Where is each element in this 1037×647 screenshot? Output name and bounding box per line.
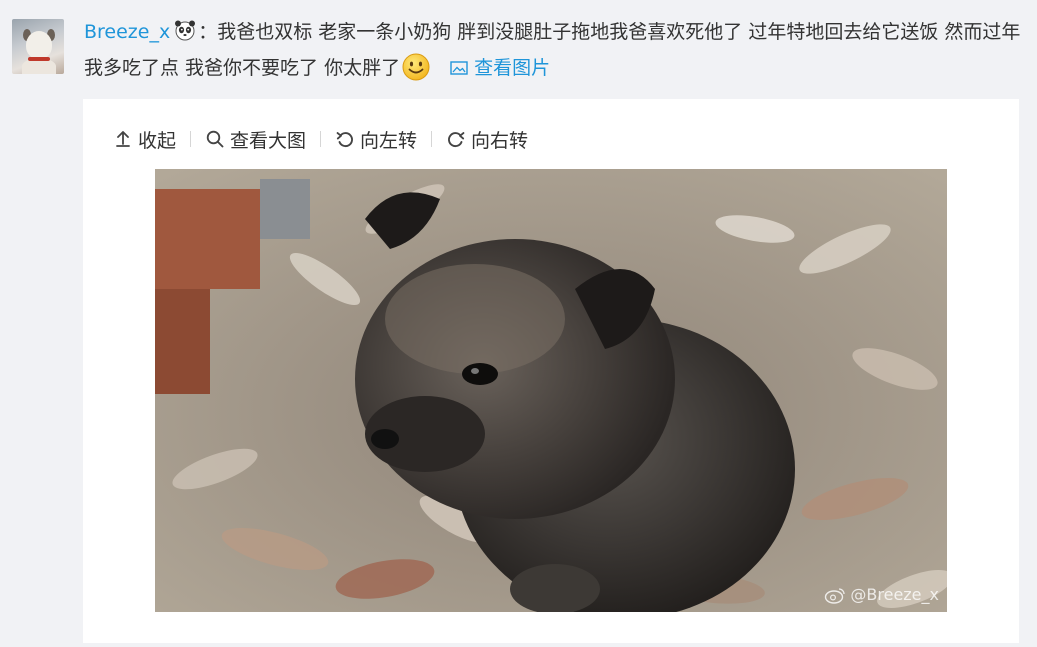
rotate-right-icon [448, 132, 465, 148]
weibo-logo-icon [825, 587, 846, 604]
search-icon [206, 130, 224, 148]
arrow-up-icon [116, 131, 130, 147]
watermark-text: @Breeze_x [850, 585, 939, 604]
view-large-label: 查看大图 [230, 129, 307, 152]
avatar-dog-body [22, 59, 56, 74]
puppy-photo[interactable]: @Breeze_x [155, 169, 947, 612]
smile-emoji-icon [402, 53, 430, 81]
rotate-right-button[interactable]: 向右转 [446, 126, 528, 153]
avatar[interactable] [12, 19, 64, 74]
panda-emoji-icon [175, 20, 196, 41]
toolbar-divider [320, 131, 322, 147]
avatar-dog-face [26, 31, 52, 59]
rotate-right-label: 向右转 [471, 129, 529, 152]
photo-watermark: @Breeze_x [824, 585, 939, 604]
collapse-button[interactable]: 收起 [113, 126, 176, 153]
media-card: 收起 查看大图 向左转 向右转 @Breeze_x [83, 99, 1019, 643]
view-picture-label: 查看图片 [474, 57, 551, 79]
post-body-text: ：我爸也双标 老家一条小奶狗 胖到没腿肚子拖地我爸喜欢死他了 过年特地回去给它送… [84, 21, 1021, 79]
view-large-button[interactable]: 查看大图 [205, 126, 306, 153]
view-picture-link[interactable]: 查看图片 [450, 57, 550, 79]
collapse-label: 收起 [138, 129, 177, 152]
username-link[interactable]: Breeze_x [84, 21, 170, 43]
rotate-left-button[interactable]: 向左转 [335, 126, 417, 153]
rotate-left-label: 向左转 [360, 129, 418, 152]
post-text: Breeze_x ：我爸也双标 老家一条小奶狗 胖到没腿肚子拖地我爸喜欢死他了 … [84, 14, 1029, 86]
toolbar-divider [190, 131, 192, 147]
media-toolbar: 收起 查看大图 向左转 向右转 [113, 125, 528, 153]
puppy-photo-image [155, 169, 947, 612]
toolbar-divider [431, 131, 433, 147]
rotate-left-icon [336, 132, 353, 148]
picture-icon [450, 61, 468, 75]
avatar-dog-collar [28, 57, 50, 61]
